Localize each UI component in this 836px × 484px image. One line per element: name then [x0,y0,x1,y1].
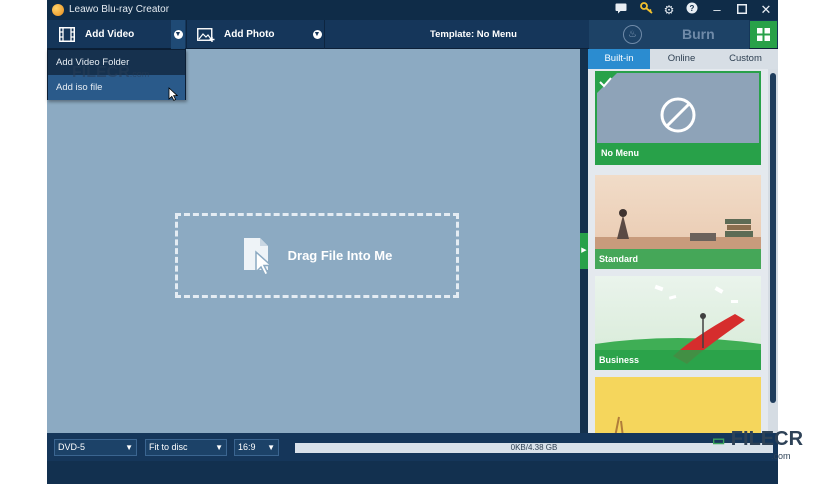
add-video-label: Add Video [85,29,135,40]
watermark-top: FILECR.com [72,64,150,81]
template-panel: Built-in Online Custom No Menu Standard … [588,49,778,433]
fit-mode-value: Fit to disc [149,442,188,452]
watermark-bottom: ▭ FILECR.com [712,428,804,461]
chevron-down-icon: ▼ [125,443,133,452]
template-yellow[interactable] [595,377,761,433]
film-icon [58,27,76,43]
template-label: Business [595,350,761,370]
flame-icon: ♨ [623,25,642,44]
toolbar-divider [186,20,187,49]
toolbar-divider [324,20,325,49]
status-bar: DVD-5 ▼ Fit to disc ▼ 16:9 ▼ 0KB/4.38 GB [47,433,778,461]
template-no-menu[interactable]: No Menu [595,71,761,165]
toolbar: Add Video ▼ Add Photo ▼ Template: No Men… [47,20,778,49]
app-logo-icon [52,4,64,16]
capacity-text: 0KB/4.38 GB [510,443,558,452]
gear-icon[interactable]: ⚙ [661,2,677,18]
template-label: No Menu [597,143,759,163]
fit-mode-select[interactable]: Fit to disc ▼ [145,439,227,456]
scrollbar-thumb[interactable] [770,73,776,403]
title-bar: Leawo Blu-ray Creator ⚙ ? – ✕ [47,0,778,20]
template-label: Template: No Menu [430,29,517,40]
window-title: Leawo Blu-ray Creator [69,4,170,15]
collapse-panel-button[interactable]: ▶ [580,233,588,269]
disc-type-select[interactable]: DVD-5 ▼ [54,439,137,456]
add-video-dropdown[interactable]: ▼ [171,20,185,49]
chevron-down-icon: ▼ [267,443,275,452]
minimize-button[interactable]: – [709,2,725,18]
template-label: Standard [595,249,761,269]
key-icon[interactable] [638,2,654,18]
layout-grid-button[interactable] [750,21,777,48]
template-standard[interactable]: Standard [595,175,761,269]
drag-file-zone[interactable]: Drag File Into Me [175,213,459,298]
window-bottom-strip [47,461,778,484]
tab-online[interactable]: Online [650,49,713,69]
disc-type-value: DVD-5 [58,442,86,452]
svg-text:?: ? [690,4,695,13]
help-icon[interactable]: ? [684,2,700,18]
template-scrollbar[interactable] [768,69,778,433]
close-button[interactable]: ✕ [758,2,774,18]
photo-icon [197,27,215,43]
template-list: No Menu Standard Business [588,69,768,433]
template-thumbnail [614,416,624,433]
aspect-ratio-select[interactable]: 16:9 ▼ [234,439,279,456]
drag-file-text: Drag File Into Me [287,248,393,263]
template-business[interactable]: Business [595,276,761,370]
file-drag-icon [243,237,273,276]
mouse-cursor-icon [168,87,178,101]
disc-capacity-bar: 0KB/4.38 GB [295,443,773,453]
add-photo-label: Add Photo [224,29,275,40]
add-photo-dropdown[interactable]: ▼ [310,20,324,49]
chevron-right-icon: ▶ [581,247,587,254]
video-drop-area[interactable]: Drag File Into Me [47,49,580,433]
burn-button[interactable]: ♨ Burn [589,20,749,49]
grid-icon [757,28,770,41]
template-tabs: Built-in Online Custom [588,49,778,69]
chevron-down-icon: ▼ [215,443,223,452]
maximize-button[interactable] [734,2,750,18]
tab-custom[interactable]: Custom [713,49,778,69]
chevron-down-icon: ▼ [312,30,322,39]
app-window: Leawo Blu-ray Creator ⚙ ? – ✕ Add Video … [47,0,778,484]
tab-built-in[interactable]: Built-in [588,49,650,69]
add-video-button[interactable]: Add Video [58,20,134,49]
burn-label: Burn [682,26,715,42]
aspect-ratio-value: 16:9 [238,442,256,452]
chat-icon[interactable] [613,2,629,18]
add-photo-button[interactable]: Add Photo [197,20,275,49]
chevron-down-icon: ▼ [173,30,183,39]
